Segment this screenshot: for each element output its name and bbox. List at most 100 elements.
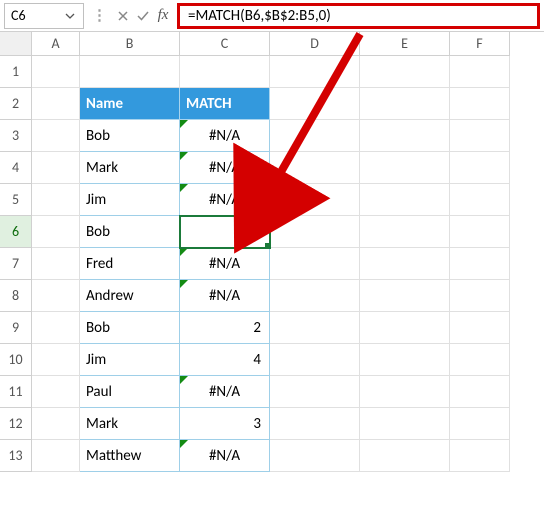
cell-a13[interactable] [32,440,80,472]
select-all-corner[interactable] [0,32,32,56]
row-header-11[interactable]: 11 [0,376,32,408]
cell-b2[interactable]: Name [80,88,180,120]
cell-d7[interactable] [270,248,360,280]
cell-f12[interactable] [450,408,510,440]
cell-f9[interactable] [450,312,510,344]
cell-a12[interactable] [32,408,80,440]
row-header-1[interactable]: 1 [0,56,32,88]
cell-a2[interactable] [32,88,80,120]
col-header-f[interactable]: F [450,32,510,56]
cell-f5[interactable] [450,184,510,216]
cell-c12[interactable]: 3 [180,408,270,440]
row-header-6[interactable]: 6 [0,216,32,248]
cell-f8[interactable] [450,280,510,312]
cell-c10[interactable]: 4 [180,344,270,376]
cell-a4[interactable] [32,152,80,184]
row-header-2[interactable]: 2 [0,88,32,120]
cell-f10[interactable] [450,344,510,376]
cell-d6[interactable] [270,216,360,248]
col-header-c[interactable]: C [180,32,270,56]
row-header-3[interactable]: 3 [0,120,32,152]
cell-e6[interactable] [360,216,450,248]
cell-c3[interactable]: #N/A [180,120,270,152]
cell-b7[interactable]: Fred [80,248,180,280]
cell-c7[interactable]: #N/A [180,248,270,280]
cell-c4[interactable]: #N/A [180,152,270,184]
row-header-13[interactable]: 13 [0,440,32,472]
cell-e9[interactable] [360,312,450,344]
cell-c5[interactable]: #N/A [180,184,270,216]
cancel-formula-button[interactable] [113,4,133,28]
cell-a3[interactable] [32,120,80,152]
cell-d10[interactable] [270,344,360,376]
cell-b1[interactable] [80,56,180,88]
cell-e4[interactable] [360,152,450,184]
cell-f7[interactable] [450,248,510,280]
row-header-10[interactable]: 10 [0,344,32,376]
cell-b4[interactable]: Mark [80,152,180,184]
cell-a5[interactable] [32,184,80,216]
cell-b12[interactable]: Mark [80,408,180,440]
cell-e11[interactable] [360,376,450,408]
cell-e5[interactable] [360,184,450,216]
cell-f1[interactable] [450,56,510,88]
cell-b10[interactable]: Jim [80,344,180,376]
cell-d13[interactable] [270,440,360,472]
cell-c9[interactable]: 2 [180,312,270,344]
row-header-5[interactable]: 5 [0,184,32,216]
name-box[interactable]: C6 [4,3,84,29]
col-header-d[interactable]: D [270,32,360,56]
cell-e7[interactable] [360,248,450,280]
cell-b8[interactable]: Andrew [80,280,180,312]
row-header-9[interactable]: 9 [0,312,32,344]
cell-e12[interactable] [360,408,450,440]
cell-c1[interactable] [180,56,270,88]
cell-f3[interactable] [450,120,510,152]
cell-d9[interactable] [270,312,360,344]
cell-d1[interactable] [270,56,360,88]
cell-e13[interactable] [360,440,450,472]
formula-input[interactable]: =MATCH(B6,$B$2:B5,0) [177,3,540,29]
cell-f11[interactable] [450,376,510,408]
cell-f6[interactable] [450,216,510,248]
col-header-e[interactable]: E [360,32,450,56]
cell-d2[interactable] [270,88,360,120]
cell-b3[interactable]: Bob [80,120,180,152]
cell-c8[interactable]: #N/A [180,280,270,312]
cell-b11[interactable]: Paul [80,376,180,408]
cell-a7[interactable] [32,248,80,280]
cell-e1[interactable] [360,56,450,88]
cell-b5[interactable]: Jim [80,184,180,216]
row-header-12[interactable]: 12 [0,408,32,440]
cell-b9[interactable]: Bob [80,312,180,344]
cell-c6[interactable]: 2 [180,216,270,248]
cell-d12[interactable] [270,408,360,440]
cell-e2[interactable] [360,88,450,120]
cell-d3[interactable] [270,120,360,152]
cell-e3[interactable] [360,120,450,152]
cell-b6[interactable]: Bob [80,216,180,248]
cell-c11[interactable]: #N/A [180,376,270,408]
confirm-formula-button[interactable] [133,4,153,28]
cell-f13[interactable] [450,440,510,472]
cell-a8[interactable] [32,280,80,312]
insert-function-button[interactable]: fx [153,4,173,28]
col-header-a[interactable]: A [32,32,80,56]
cell-f4[interactable] [450,152,510,184]
cell-a10[interactable] [32,344,80,376]
cell-a1[interactable] [32,56,80,88]
cell-a11[interactable] [32,376,80,408]
cell-b13[interactable]: Matthew [80,440,180,472]
cell-a9[interactable] [32,312,80,344]
cell-d4[interactable] [270,152,360,184]
col-header-b[interactable]: B [80,32,180,56]
cell-d11[interactable] [270,376,360,408]
cell-e10[interactable] [360,344,450,376]
row-header-4[interactable]: 4 [0,152,32,184]
cell-d5[interactable] [270,184,360,216]
chevron-down-icon[interactable] [65,7,75,24]
cell-c13[interactable]: #N/A [180,440,270,472]
cell-c2[interactable]: MATCH [180,88,270,120]
cell-d8[interactable] [270,280,360,312]
cell-e8[interactable] [360,280,450,312]
